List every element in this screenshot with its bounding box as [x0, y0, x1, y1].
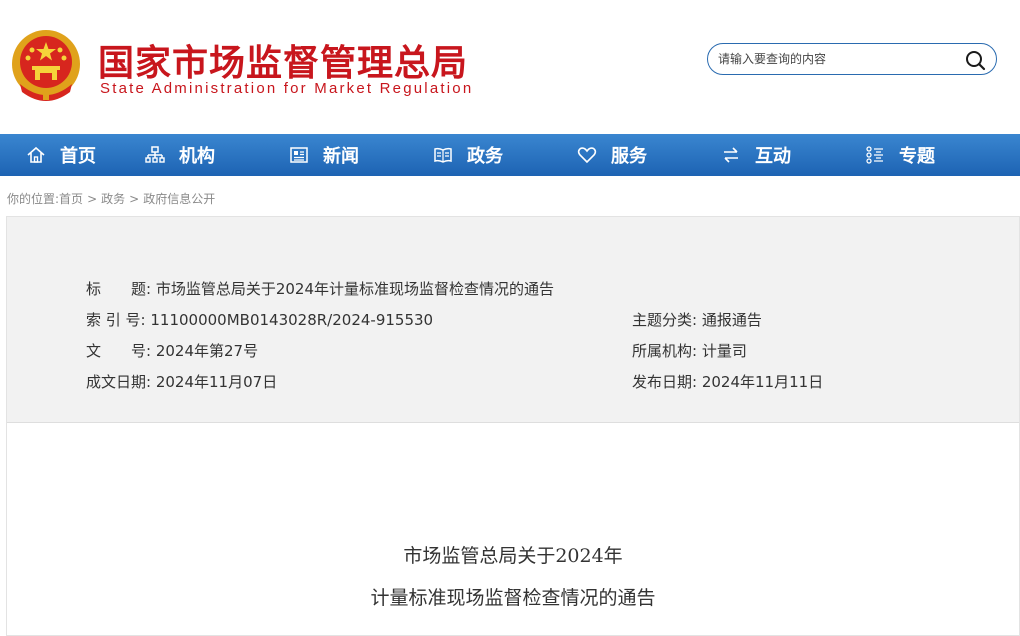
- document-title-line2: 计量标准现场监督检查情况的通告: [370, 587, 656, 609]
- nav-label: 政务: [467, 146, 503, 167]
- nav-label: 首页: [60, 146, 96, 167]
- meta-title-value: 市场监管总局关于2024年计量标准现场监督检查情况的通告: [155, 280, 555, 298]
- document-meta-panel: 标 题: 市场监管总局关于2024年计量标准现场监督检查情况的通告 索 引 号:…: [7, 217, 1019, 423]
- newspaper-icon: [290, 147, 308, 163]
- breadcrumb: 你的位置:首页 > 政务 > 政府信息公开: [7, 190, 215, 207]
- search-input[interactable]: [718, 49, 958, 69]
- heart-icon: [577, 147, 597, 164]
- breadcrumb-item-gov-info[interactable]: 政府信息公开: [143, 192, 215, 206]
- nav-label: 互动: [755, 146, 791, 167]
- nav-label: 新闻: [323, 146, 359, 167]
- meta-org-row: 所属机构: 计量司: [632, 341, 747, 361]
- list-icon: [866, 146, 883, 164]
- meta-title-row: 标 题: 市场监管总局关于2024年计量标准现场监督检查情况的通告: [86, 279, 554, 299]
- swap-arrows-icon: [724, 147, 738, 163]
- meta-docno-label: 文 号:: [86, 342, 152, 360]
- nav-label: 机构: [179, 146, 215, 167]
- meta-index-value: 11100000MB0143028R/2024-915530: [150, 311, 434, 329]
- national-emblem-icon: [12, 30, 80, 101]
- article-container: 标 题: 市场监管总局关于2024年计量标准现场监督检查情况的通告 索 引 号:…: [6, 216, 1020, 636]
- nav-item-news[interactable]: 新闻: [252, 134, 396, 176]
- search-box: [707, 43, 997, 75]
- meta-category-label: 主题分类:: [632, 311, 698, 329]
- nav-item-home[interactable]: 首页: [0, 134, 108, 176]
- meta-docno-value: 2024年第27号: [155, 342, 259, 360]
- nav-item-org[interactable]: 机构: [108, 134, 252, 176]
- breadcrumb-prefix: 你的位置:: [7, 192, 60, 206]
- nav-label: 服务: [611, 146, 647, 167]
- nav-item-interaction[interactable]: 互动: [684, 134, 828, 176]
- nav-item-service[interactable]: 服务: [540, 134, 684, 176]
- home-icon: [27, 146, 45, 163]
- meta-published-value: 2024年11月11日: [701, 373, 824, 391]
- breadcrumb-separator: >: [87, 192, 98, 206]
- meta-index-label: 索 引 号:: [86, 311, 146, 329]
- site-title-en: State Administration for Market Regulati…: [100, 80, 474, 97]
- meta-index-row: 索 引 号: 11100000MB0143028R/2024-915530: [86, 310, 433, 330]
- meta-org-value: 计量司: [701, 342, 747, 360]
- book-icon: [434, 147, 452, 163]
- nav-item-topics[interactable]: 专题: [828, 134, 972, 176]
- nav-item-affairs[interactable]: 政务: [396, 134, 540, 176]
- breadcrumb-separator: >: [129, 192, 140, 206]
- meta-created-value: 2024年11月07日: [155, 373, 278, 391]
- meta-org-label: 所属机构:: [632, 342, 698, 360]
- document-title-line1: 市场监管总局关于2024年: [403, 545, 623, 567]
- breadcrumb-item-affairs[interactable]: 政务: [101, 192, 125, 206]
- meta-category-value: 通报通告: [701, 311, 762, 329]
- nav-label: 专题: [899, 146, 935, 167]
- meta-category-row: 主题分类: 通报通告: [632, 310, 762, 330]
- meta-created-label: 成文日期:: [86, 373, 152, 391]
- meta-title-label: 标 题:: [86, 280, 152, 298]
- main-nav: 首页 机构 新闻 政务 服务 互动 专题: [0, 134, 1020, 176]
- meta-published-label: 发布日期:: [632, 373, 698, 391]
- search-icon[interactable]: [964, 49, 986, 71]
- site-title-cn: 国家市场监督管理总局: [98, 43, 469, 84]
- breadcrumb-item-home[interactable]: 首页: [59, 192, 83, 206]
- meta-docno-row: 文 号: 2024年第27号: [86, 341, 258, 361]
- meta-published-row: 发布日期: 2024年11月11日: [632, 372, 823, 392]
- meta-created-row: 成文日期: 2024年11月07日: [86, 372, 277, 392]
- org-chart-icon: [145, 146, 165, 163]
- site-header: 国家市场监督管理总局 State Administration for Mark…: [0, 0, 1020, 134]
